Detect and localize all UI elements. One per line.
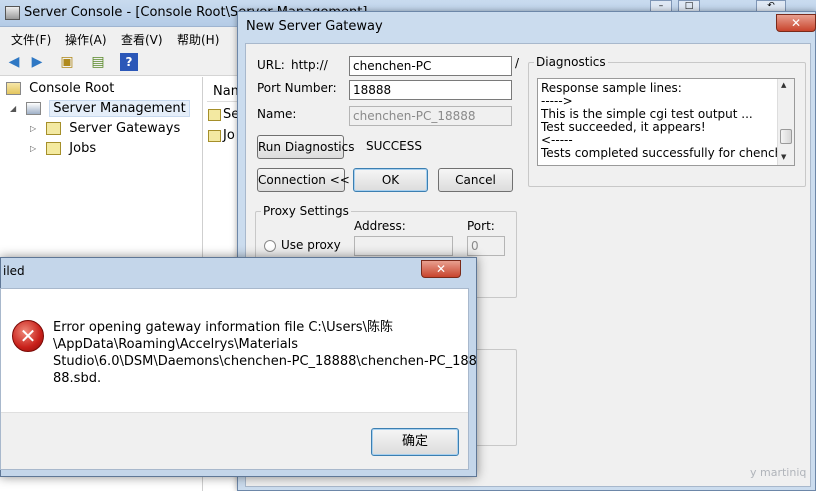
close-icon[interactable]: ✕ bbox=[776, 14, 816, 32]
error-dialog-title: iled bbox=[3, 264, 25, 278]
tree-item-server-gateways[interactable]: ▷ Server Gateways bbox=[30, 121, 180, 139]
menu-action[interactable]: 操作(A) bbox=[65, 31, 107, 48]
error-icon: ✕ bbox=[12, 320, 44, 352]
collapsed-arrow-icon[interactable]: ▷ bbox=[30, 144, 42, 153]
gateway-icon bbox=[208, 108, 221, 121]
close-icon[interactable]: ✕ bbox=[421, 260, 461, 278]
proxy-port-label: Port: bbox=[467, 219, 495, 233]
list-item-label: Jo bbox=[223, 128, 235, 143]
jobs-icon bbox=[46, 142, 62, 155]
diagnostics-scrollbar[interactable]: ▲ ▼ bbox=[777, 79, 794, 165]
error-message-line: 88.sbd. bbox=[53, 371, 102, 386]
menu-help[interactable]: 帮助(H) bbox=[177, 31, 219, 48]
cancel-button[interactable]: Cancel bbox=[438, 168, 513, 192]
diagnostics-line: Tests completed successfully for chenche… bbox=[541, 146, 795, 160]
run-diagnostics-button[interactable]: Run Diagnostics bbox=[257, 135, 354, 159]
tree-item-console-root[interactable]: Console Root bbox=[6, 81, 114, 99]
error-message-line: Studio\6.0\DSM\Daemons\chenchen-PC_18888… bbox=[53, 354, 477, 369]
server-management-icon bbox=[26, 102, 42, 115]
scroll-down-icon[interactable]: ▼ bbox=[781, 153, 786, 161]
folder-icon bbox=[6, 82, 21, 95]
diagnostics-group: Diagnostics Response sample lines: -----… bbox=[528, 55, 806, 187]
tree-item-jobs[interactable]: ▷ Jobs bbox=[30, 141, 96, 159]
tree-item-server-management[interactable]: ◢ Server Management bbox=[10, 100, 190, 119]
url-input[interactable]: chenchen-PC bbox=[349, 56, 512, 76]
server-console-app-icon bbox=[5, 6, 20, 20]
gateway-icon bbox=[46, 122, 62, 135]
url-prefix: http:// bbox=[291, 58, 328, 72]
use-proxy-radio[interactable] bbox=[264, 240, 276, 252]
back-arrow-icon[interactable]: ◀ bbox=[5, 53, 23, 71]
menu-file[interactable]: 文件(F) bbox=[11, 31, 51, 48]
port-number-input[interactable]: 18888 bbox=[349, 80, 512, 100]
tree-item-label: Server Management bbox=[49, 100, 190, 117]
jobs-icon bbox=[208, 129, 221, 142]
name-label: Name: bbox=[257, 107, 297, 121]
export-list-icon[interactable]: ▤ bbox=[89, 53, 107, 71]
proxy-port-input: 0 bbox=[467, 236, 505, 256]
error-dialog-footer: 确定 bbox=[1, 412, 468, 469]
tree-item-label: Jobs bbox=[69, 141, 97, 156]
use-proxy-label: Use proxy bbox=[281, 238, 341, 252]
expanded-arrow-icon[interactable]: ◢ bbox=[10, 104, 22, 113]
collapsed-arrow-icon[interactable]: ▷ bbox=[30, 124, 42, 133]
diagnostics-status: SUCCESS bbox=[366, 139, 422, 153]
proxy-settings-caption: Proxy Settings bbox=[261, 204, 351, 218]
tree-item-label: Console Root bbox=[29, 81, 115, 96]
url-suffix: / bbox=[515, 56, 520, 70]
list-item[interactable]: Jo bbox=[208, 128, 235, 143]
help-icon[interactable]: ? bbox=[120, 53, 138, 71]
menu-view[interactable]: 查看(V) bbox=[121, 31, 163, 48]
tree-item-label: Server Gateways bbox=[69, 121, 181, 136]
error-dialog-client: ✕ Error opening gateway information file… bbox=[0, 288, 477, 470]
proxy-address-label: Address: bbox=[354, 219, 406, 233]
up-folder-icon[interactable]: ▣ bbox=[58, 53, 76, 71]
error-message: Error opening gateway information file C… bbox=[53, 319, 477, 387]
port-number-label: Port Number: bbox=[257, 81, 337, 95]
ok-button[interactable]: OK bbox=[353, 168, 428, 192]
scroll-up-icon[interactable]: ▲ bbox=[781, 81, 786, 89]
diagnostics-caption: Diagnostics bbox=[534, 55, 608, 69]
proxy-address-input bbox=[354, 236, 453, 256]
error-message-line: \AppData\Roaming\Accelrys\Materials bbox=[53, 337, 299, 352]
dialog-title: New Server Gateway bbox=[246, 19, 383, 34]
connection-toggle-button[interactable]: Connection << bbox=[257, 168, 350, 192]
error-message-box: iled ✕ ✕ Error opening gateway informati… bbox=[0, 257, 477, 477]
url-label: URL: bbox=[257, 58, 285, 72]
confirm-ok-button[interactable]: 确定 bbox=[371, 428, 459, 456]
diagnostics-output[interactable]: Response sample lines: -----> This is th… bbox=[537, 78, 795, 166]
scroll-thumb[interactable] bbox=[780, 129, 792, 144]
list-item[interactable]: Se bbox=[208, 107, 239, 122]
forward-arrow-icon[interactable]: ▶ bbox=[28, 53, 46, 71]
watermark-text: y martiniq bbox=[750, 466, 807, 479]
error-message-line: Error opening gateway information file C… bbox=[53, 320, 393, 335]
name-input: chenchen-PC_18888 bbox=[349, 106, 512, 126]
